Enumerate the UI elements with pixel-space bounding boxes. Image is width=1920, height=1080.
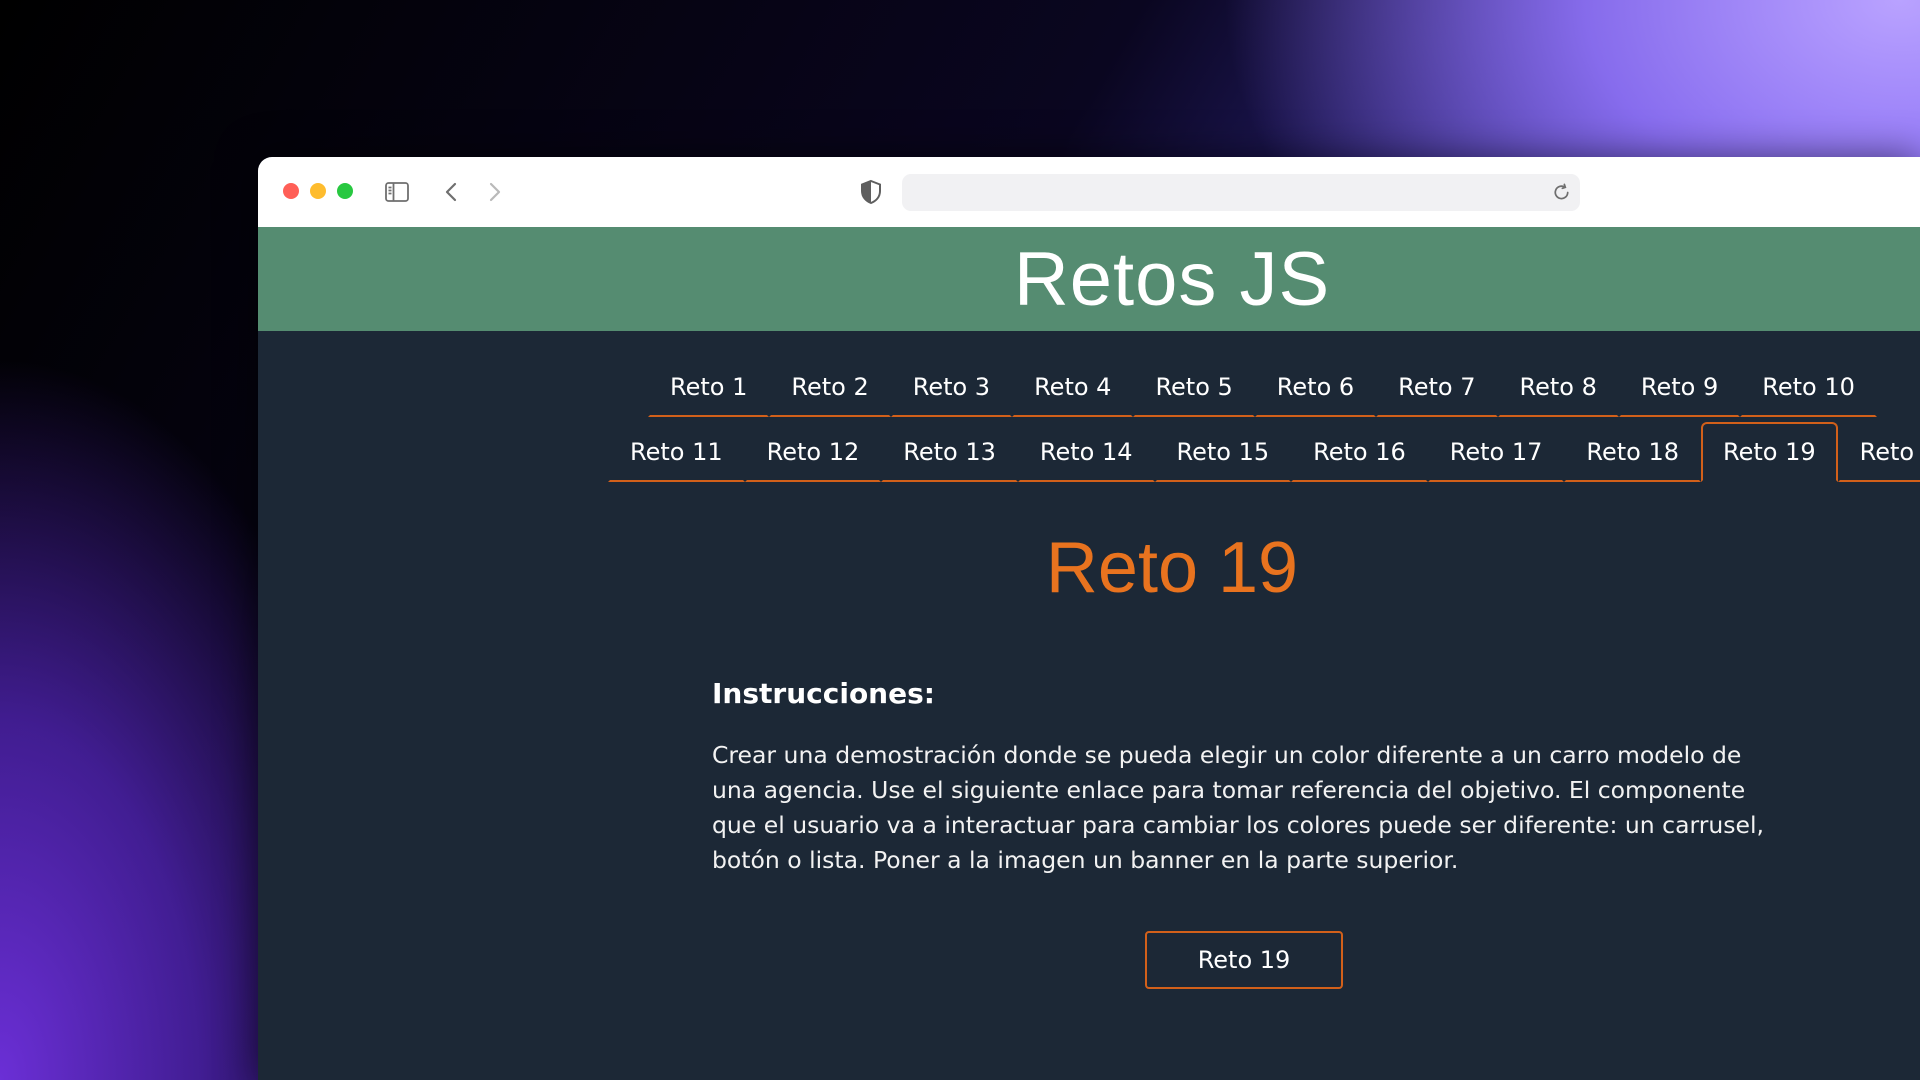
nav-tab-reto-1[interactable]: Reto 1 [648,357,770,417]
nav-tab-reto-16[interactable]: Reto 16 [1291,422,1428,482]
nav-tab-reto-18[interactable]: Reto 18 [1564,422,1701,482]
nav-tab-reto-7[interactable]: Reto 7 [1376,357,1498,417]
nav-tab-reto-3[interactable]: Reto 3 [890,357,1013,417]
nav-tab-reto-15[interactable]: Reto 15 [1154,422,1292,482]
challenge-nav-row-2: Reto 11 Reto 12 Reto 13 Reto 14 Reto 15 … [608,422,1920,482]
nav-tab-reto-4[interactable]: Reto 4 [1012,357,1134,417]
site-title: Retos JS [1013,236,1331,322]
close-window-button[interactable] [283,183,299,199]
shield-icon[interactable] [858,179,884,205]
nav-tab-reto-8[interactable]: Reto 8 [1497,357,1619,417]
site-header: Retos JS [258,227,1920,331]
nav-tab-reto-10[interactable]: Reto 10 [1740,357,1877,417]
nav-tab-reto-14[interactable]: Reto 14 [1017,422,1155,482]
nav-tab-reto-11[interactable]: Reto 11 [608,422,745,482]
nav-tab-reto-2[interactable]: Reto 2 [769,357,891,417]
chevron-right-icon[interactable] [481,179,507,205]
nav-tab-reto-20[interactable]: Reto 20 [1837,422,1920,482]
instructions-title: Instrucciones: [712,677,935,710]
instructions-text: Crear una demostración donde se pueda el… [712,741,1764,874]
sidebar-icon[interactable] [384,179,410,205]
page-content: Retos JS Reto 1 Reto 2 Reto 3 Reto 4 Ret… [258,227,1920,1080]
chevron-left-icon[interactable] [439,179,465,205]
nav-tab-reto-12[interactable]: Reto 12 [744,422,882,482]
maximize-window-button[interactable] [337,183,353,199]
nav-tab-reto-5[interactable]: Reto 5 [1133,357,1255,417]
nav-tab-reto-9[interactable]: Reto 9 [1618,357,1741,417]
nav-tab-reto-13[interactable]: Reto 13 [881,422,1018,482]
minimize-window-button[interactable] [310,183,326,199]
reload-icon[interactable] [1551,182,1572,203]
address-bar[interactable] [902,174,1580,211]
nav-tab-reto-17[interactable]: Reto 17 [1427,422,1565,482]
instructions-section: Instrucciones: Crear una demostración do… [712,677,1792,878]
challenge-nav-row-1: Reto 1 Reto 2 Reto 3 Reto 4 Reto 5 Reto … [648,357,1877,417]
browser-window: Retos JS Reto 1 Reto 2 Reto 3 Reto 4 Ret… [258,157,1920,1080]
nav-tab-reto-19-active[interactable]: Reto 19 [1701,422,1838,482]
nav-tab-reto-6[interactable]: Reto 6 [1254,357,1377,417]
open-challenge-button[interactable]: Reto 19 [1145,931,1343,989]
browser-toolbar [258,157,1920,228]
challenge-heading: Reto 19 [1045,528,1299,608]
